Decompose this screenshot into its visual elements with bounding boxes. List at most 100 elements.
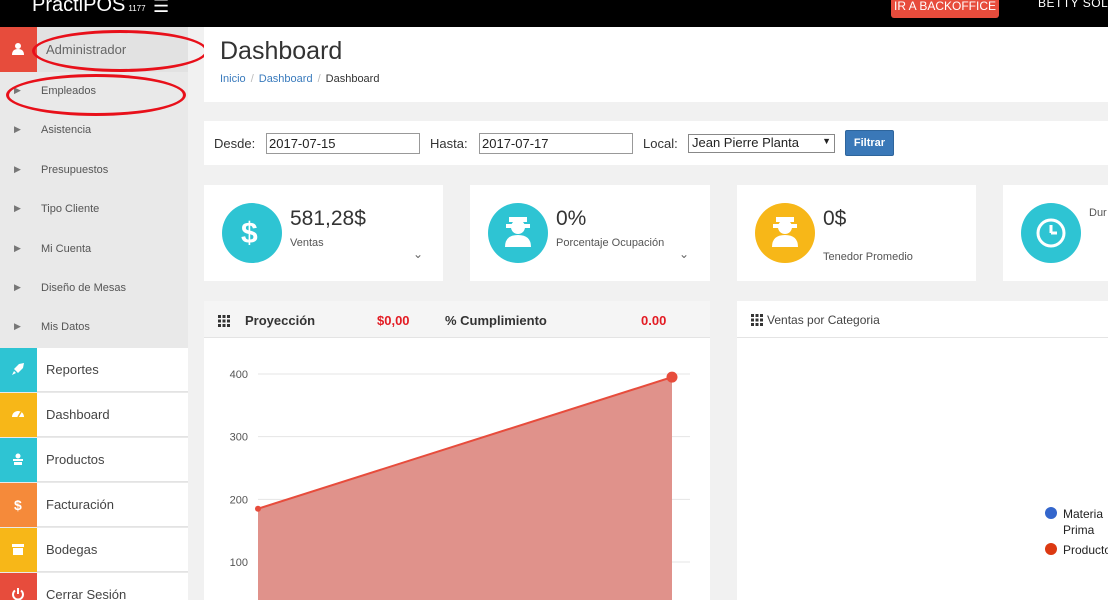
projection-panel: Proyección $0,00 % Cumplimiento 0.00 100… xyxy=(204,301,710,600)
breadcrumb-inicio[interactable]: Inicio xyxy=(220,73,246,85)
kpi-card-ocupacion: 0% Porcentaje Ocupación ⌄ xyxy=(470,185,710,281)
desde-label: Desde: xyxy=(214,136,256,151)
sidebar-item-administrador[interactable]: Administrador xyxy=(0,27,188,72)
hamburger-icon[interactable]: ☰ xyxy=(153,0,169,17)
sidebar-item-label: Facturación xyxy=(46,497,114,512)
chevron-right-icon: ▶ xyxy=(14,321,21,331)
category-panel: Ventas por Categoria Materia Prima Produ… xyxy=(737,301,1108,600)
local-select-value: Jean Pierre Planta xyxy=(692,135,799,150)
legend-item-producto: Producto xyxy=(1045,542,1108,558)
sidebar-item-label: Reportes xyxy=(46,362,99,377)
brand-name: PractiPOS xyxy=(32,0,126,16)
y-tick-label: 400 xyxy=(230,369,248,381)
data-point[interactable] xyxy=(255,505,261,512)
dashboard-icon xyxy=(0,393,37,437)
chevron-right-icon: ▶ xyxy=(14,243,21,253)
sidebar-item-label: Dashboard xyxy=(46,407,110,422)
category-header: Ventas por Categoria xyxy=(737,301,1108,338)
waiter-icon xyxy=(755,203,815,263)
sidebar-subitem-tipo-cliente[interactable]: ▶ Tipo Cliente xyxy=(0,191,188,230)
kpi-value: 0% xyxy=(556,207,587,230)
projection-chart: 100 200 300 400 xyxy=(230,369,690,600)
breadcrumb-separator: / xyxy=(317,73,321,85)
products-icon xyxy=(0,438,37,482)
sidebar-subitem-empleados[interactable]: ▶ Empleados xyxy=(0,73,188,112)
kpi-value: 581,28$ xyxy=(290,207,366,230)
sidebar-item-bodegas[interactable]: Bodegas xyxy=(0,528,188,572)
sidebar-subitem-label: Diseño de Mesas xyxy=(41,282,126,294)
chevron-right-icon: ▶ xyxy=(14,85,21,95)
sidebar-item-dashboard[interactable]: Dashboard xyxy=(0,393,188,437)
chevron-down-icon[interactable]: ⌄ xyxy=(413,247,423,261)
cumplimiento-label: % Cumplimiento xyxy=(445,313,547,328)
backoffice-button[interactable]: IR A BACKOFFICE xyxy=(891,0,999,18)
brand-sub: 1177 xyxy=(128,4,146,13)
filtrar-button[interactable]: Filtrar xyxy=(845,130,894,156)
local-select[interactable]: Jean Pierre Planta ▼ xyxy=(688,134,835,153)
sidebar-subitem-label: Tipo Cliente xyxy=(41,203,100,215)
chevron-right-icon: ▶ xyxy=(14,124,21,134)
sidebar-item-reportes[interactable]: Reportes xyxy=(0,348,188,392)
filter-bar: Desde: Hasta: Local: Jean Pierre Planta … xyxy=(204,121,1108,165)
sidebar-subitem-label: Asistencia xyxy=(41,124,92,136)
user-menu[interactable]: BETTY SOL xyxy=(1038,0,1108,10)
sidebar-subitem-label: Mis Datos xyxy=(41,321,90,333)
sidebar-subitem-diseno-mesas[interactable]: ▶ Diseño de Mesas xyxy=(0,270,188,309)
breadcrumb: Inicio / Dashboard / Dashboard xyxy=(220,73,379,85)
sidebar: Administrador ▶ Empleados ▶ Asistencia ▶… xyxy=(0,27,188,600)
cumplimiento-value: 0.00 xyxy=(641,313,667,328)
projection-header: Proyección $0,00 % Cumplimiento 0.00 xyxy=(204,301,710,338)
clock-icon xyxy=(1021,203,1081,263)
desde-date-input[interactable] xyxy=(266,133,420,154)
chevron-right-icon: ▶ xyxy=(14,203,21,213)
grid-icon xyxy=(751,314,763,326)
svg-text:$: $ xyxy=(241,217,258,250)
chevron-down-icon[interactable]: ⌄ xyxy=(679,247,689,261)
waiter-icon xyxy=(488,203,548,263)
chevron-right-icon: ▶ xyxy=(14,282,21,292)
sidebar-subitem-mi-cuenta[interactable]: ▶ Mi Cuenta xyxy=(0,231,188,270)
sidebar-subitem-label: Presupuestos xyxy=(41,164,109,176)
power-icon xyxy=(0,573,37,600)
data-point[interactable] xyxy=(666,371,678,383)
projection-title: Proyección xyxy=(245,313,316,328)
legend-label: Materia Prima xyxy=(1063,507,1104,537)
svg-text:$: $ xyxy=(14,497,22,513)
user-icon xyxy=(0,27,37,72)
sidebar-subitem-asistencia[interactable]: ▶ Asistencia xyxy=(0,112,188,151)
page-header: Dashboard Inicio / Dashboard / Dashboard xyxy=(204,27,1108,102)
sidebar-item-cerrar-sesion[interactable]: Cerrar Sesión xyxy=(0,573,188,600)
y-tick-label: 100 xyxy=(230,557,248,569)
grid-icon xyxy=(218,315,230,327)
breadcrumb-dashboard[interactable]: Dashboard xyxy=(259,73,313,85)
sidebar-subitem-mis-datos[interactable]: ▶ Mis Datos xyxy=(0,309,188,348)
rocket-icon xyxy=(0,348,37,392)
kpi-label: Ventas xyxy=(290,237,324,249)
hasta-date-input[interactable] xyxy=(479,133,633,154)
chevron-right-icon: ▶ xyxy=(14,164,21,174)
box-icon xyxy=(0,528,37,572)
legend-item-materia-prima: Materia Prima xyxy=(1045,506,1108,540)
dropdown-arrow-icon: ▼ xyxy=(822,136,831,146)
legend-label: Producto xyxy=(1063,543,1108,557)
local-label: Local: xyxy=(643,136,678,151)
page-title: Dashboard xyxy=(220,37,343,65)
kpi-card-tenedor: 0$ Tenedor Promedio xyxy=(737,185,976,281)
y-tick-label: 300 xyxy=(230,432,248,444)
category-title: Ventas por Categoria xyxy=(767,313,880,327)
sidebar-item-productos[interactable]: Productos xyxy=(0,438,188,482)
y-tick-label: 200 xyxy=(230,494,248,506)
kpi-card-ventas: $ 581,28$ Ventas ⌄ xyxy=(204,185,443,281)
sidebar-item-label: Productos xyxy=(46,452,105,467)
projection-value: $0,00 xyxy=(377,313,410,328)
sidebar-item-label: Administrador xyxy=(46,42,127,57)
sidebar-subitem-presupuestos[interactable]: ▶ Presupuestos xyxy=(0,152,188,191)
breadcrumb-separator: / xyxy=(250,73,254,85)
sidebar-item-facturacion[interactable]: $ Facturación xyxy=(0,483,188,527)
sidebar-item-label: Cerrar Sesión xyxy=(46,587,127,600)
top-navbar: PractiPOS 1177 ☰ IR A BACKOFFICE BETTY SO… xyxy=(0,0,1108,27)
sidebar-subitem-label: Empleados xyxy=(41,85,97,97)
kpi-label: Tenedor Promedio xyxy=(823,251,913,263)
kpi-card-duracion: Dur xyxy=(1003,185,1108,281)
brand-logo[interactable]: PractiPOS 1177 xyxy=(32,0,146,17)
